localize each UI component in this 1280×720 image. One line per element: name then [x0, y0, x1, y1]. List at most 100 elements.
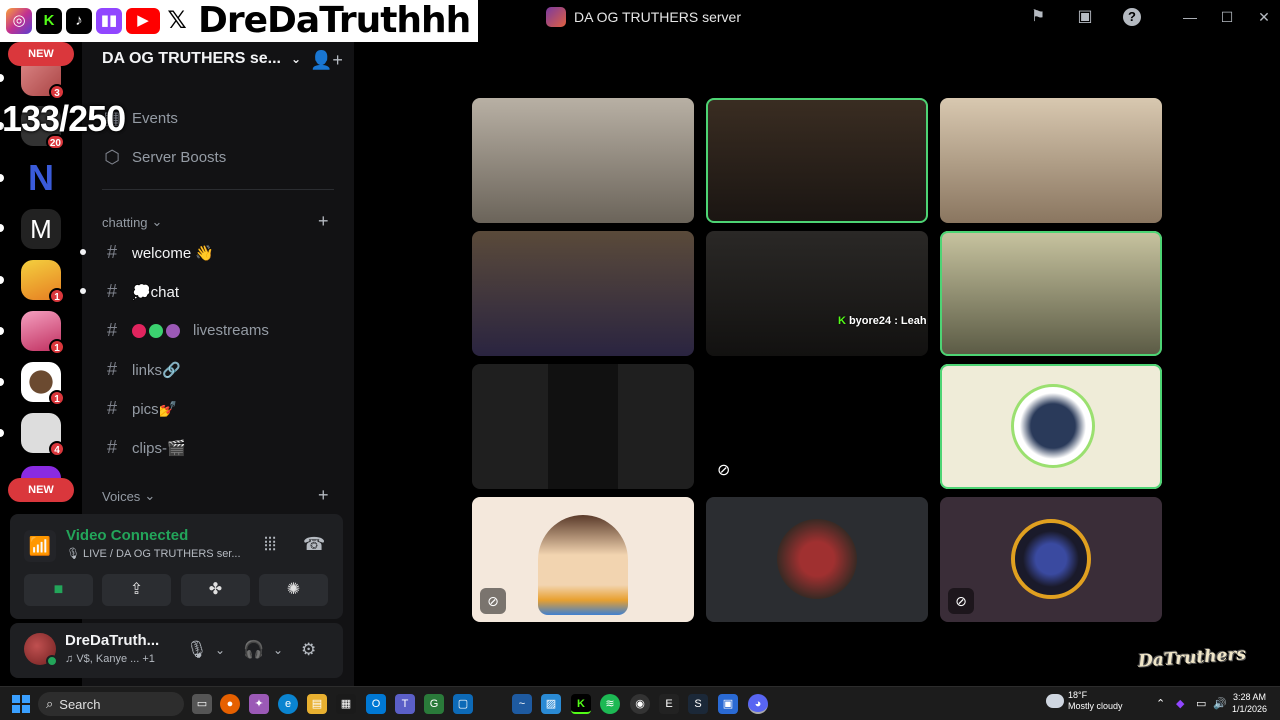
- hashtag-icon: #: [106, 359, 117, 379]
- server-item[interactable]: 1: [21, 362, 65, 406]
- chevron-up-icon[interactable]: ⌃: [1156, 697, 1165, 710]
- video-tile[interactable]: [706, 98, 928, 223]
- help-icon[interactable]: ?: [1121, 6, 1143, 28]
- signal-icon[interactable]: 📶: [24, 530, 56, 562]
- video-tile[interactable]: [706, 231, 928, 356]
- obs-icon[interactable]: ◉: [630, 694, 650, 714]
- voice-channel[interactable]: 🎙 LIVE / DA OG TRUTHERS ser...: [66, 547, 241, 560]
- taskbar-search[interactable]: ⌕ Search: [38, 692, 184, 716]
- server-item[interactable]: N: [21, 158, 61, 198]
- create-channel-icon[interactable]: +: [318, 211, 329, 232]
- tray-app-icon[interactable]: ◆: [1176, 697, 1184, 710]
- activity-extra: +1: [142, 653, 155, 665]
- video-tile[interactable]: [940, 98, 1162, 223]
- app-icon[interactable]: ▢: [453, 694, 473, 714]
- server-item[interactable]: 1: [21, 260, 65, 304]
- video-tile[interactable]: [472, 231, 694, 356]
- server-item[interactable]: 4: [21, 413, 65, 457]
- task-view-icon[interactable]: ▭: [192, 694, 212, 714]
- activities-button[interactable]: ✤: [181, 574, 250, 606]
- copilot-icon[interactable]: ✦: [249, 694, 269, 714]
- outlook-icon[interactable]: O: [366, 694, 386, 714]
- volume-icon[interactable]: 🔊: [1213, 697, 1227, 710]
- steam-icon[interactable]: S: [688, 694, 708, 714]
- kick-icon[interactable]: K: [571, 694, 591, 714]
- n-logo-icon: N: [21, 158, 61, 198]
- mention-badge: 1: [49, 339, 65, 355]
- kick-icon: K: [36, 8, 62, 34]
- mention-badge: 1: [49, 390, 65, 406]
- voice-connection-panel: 📶 Video Connected 🎙 LIVE / DA OG TRUTHER…: [10, 514, 343, 619]
- chevron-down-icon[interactable]: ⌄: [273, 643, 283, 657]
- video-tile[interactable]: [940, 364, 1162, 489]
- new-unreads-pill[interactable]: NEW: [8, 478, 74, 502]
- channel-links[interactable]: # links🔗: [102, 359, 181, 380]
- firefox-icon[interactable]: ●: [220, 694, 240, 714]
- voice-status[interactable]: Video Connected: [66, 527, 188, 544]
- new-unreads-pill[interactable]: NEW: [8, 42, 74, 66]
- unread-pip: [0, 429, 4, 437]
- participant-avatar: [1011, 519, 1091, 599]
- store-icon[interactable]: ▦: [336, 694, 356, 714]
- weather-temp: 18°F: [1068, 690, 1088, 700]
- channel-chat[interactable]: # 💭chat: [102, 281, 179, 302]
- camera-off-icon: ⊘: [480, 588, 506, 614]
- epic-games-icon[interactable]: E: [659, 694, 679, 714]
- app-icon[interactable]: ~: [512, 694, 532, 714]
- settings-gear-icon[interactable]: ⚙: [301, 640, 316, 660]
- clock[interactable]: 3:28 AM 1/1/2026: [1232, 691, 1267, 715]
- video-tile[interactable]: [472, 364, 694, 489]
- create-channel-icon[interactable]: +: [318, 485, 329, 506]
- category-voices[interactable]: Voices ⌄: [102, 488, 155, 504]
- server-item[interactable]: M: [21, 209, 61, 249]
- chevron-down-icon[interactable]: ⌄: [215, 643, 225, 657]
- discord-icon[interactable]: ◕: [748, 694, 768, 714]
- video-tile[interactable]: [940, 231, 1162, 356]
- disconnect-icon[interactable]: ☎: [303, 534, 325, 555]
- channel-livestreams[interactable]: # livestreams: [102, 320, 269, 341]
- server-boosts-row[interactable]: ⬡ Server Boosts: [102, 147, 226, 168]
- noise-suppression-icon[interactable]: ⦙⦙⦙: [264, 534, 276, 555]
- unread-dot: [80, 288, 86, 294]
- microphone-icon[interactable]: 🎙: [186, 640, 208, 660]
- invite-people-icon[interactable]: 👤+: [310, 50, 343, 71]
- viewer-counter: 133/250: [2, 98, 126, 139]
- network-icon[interactable]: ▭: [1196, 697, 1206, 710]
- camera-off-icon: ⊘: [948, 588, 974, 614]
- events-label: Events: [132, 110, 178, 127]
- clock-time: 3:28 AM: [1233, 692, 1267, 702]
- video-tile[interactable]: [472, 98, 694, 223]
- youtube-icon: ▶: [126, 8, 160, 34]
- photos-icon[interactable]: ▨: [541, 694, 561, 714]
- participant-avatar: [1011, 384, 1095, 468]
- edge-icon[interactable]: e: [278, 694, 298, 714]
- username[interactable]: DreDaTruth...: [65, 632, 159, 649]
- mention-badge: 1: [49, 288, 65, 304]
- server-name-header[interactable]: DA OG TRUTHERS se... ⌄: [102, 50, 301, 68]
- inbox-icon[interactable]: ▣: [1074, 6, 1096, 28]
- channel-welcome[interactable]: # welcome 👋: [102, 242, 214, 263]
- channel-pics[interactable]: # pics💅: [102, 398, 177, 419]
- channel-clips[interactable]: # clips-🎬: [102, 437, 186, 458]
- spotify-icon[interactable]: ≋: [600, 694, 620, 714]
- app-icon[interactable]: G: [424, 694, 444, 714]
- headphones-icon[interactable]: 🎧: [243, 640, 264, 660]
- camera-button[interactable]: ■: [24, 574, 93, 606]
- minimize-button[interactable]: —: [1179, 6, 1201, 28]
- windows-start-icon[interactable]: [12, 695, 30, 713]
- weather-widget[interactable]: 18°F Mostly cloudy: [1046, 690, 1123, 712]
- soundboard-button[interactable]: ✺: [259, 574, 328, 606]
- close-button[interactable]: ✕: [1253, 6, 1275, 28]
- category-chatting[interactable]: chatting ⌄: [102, 214, 162, 230]
- maximize-button[interactable]: ☐: [1216, 6, 1238, 28]
- video-tile[interactable]: [706, 497, 928, 622]
- screen-share-button[interactable]: ⇪: [102, 574, 171, 606]
- channel-name: welcome 👋: [132, 244, 215, 262]
- teams-icon[interactable]: T: [395, 694, 415, 714]
- app-icon[interactable]: ▣: [718, 694, 738, 714]
- server-item[interactable]: 1: [21, 311, 65, 355]
- flag-icon[interactable]: ⚑: [1027, 6, 1049, 28]
- video-tile[interactable]: ⊘: [940, 497, 1162, 622]
- file-explorer-icon[interactable]: ▤: [307, 694, 327, 714]
- video-tile[interactable]: ⊘: [472, 497, 694, 622]
